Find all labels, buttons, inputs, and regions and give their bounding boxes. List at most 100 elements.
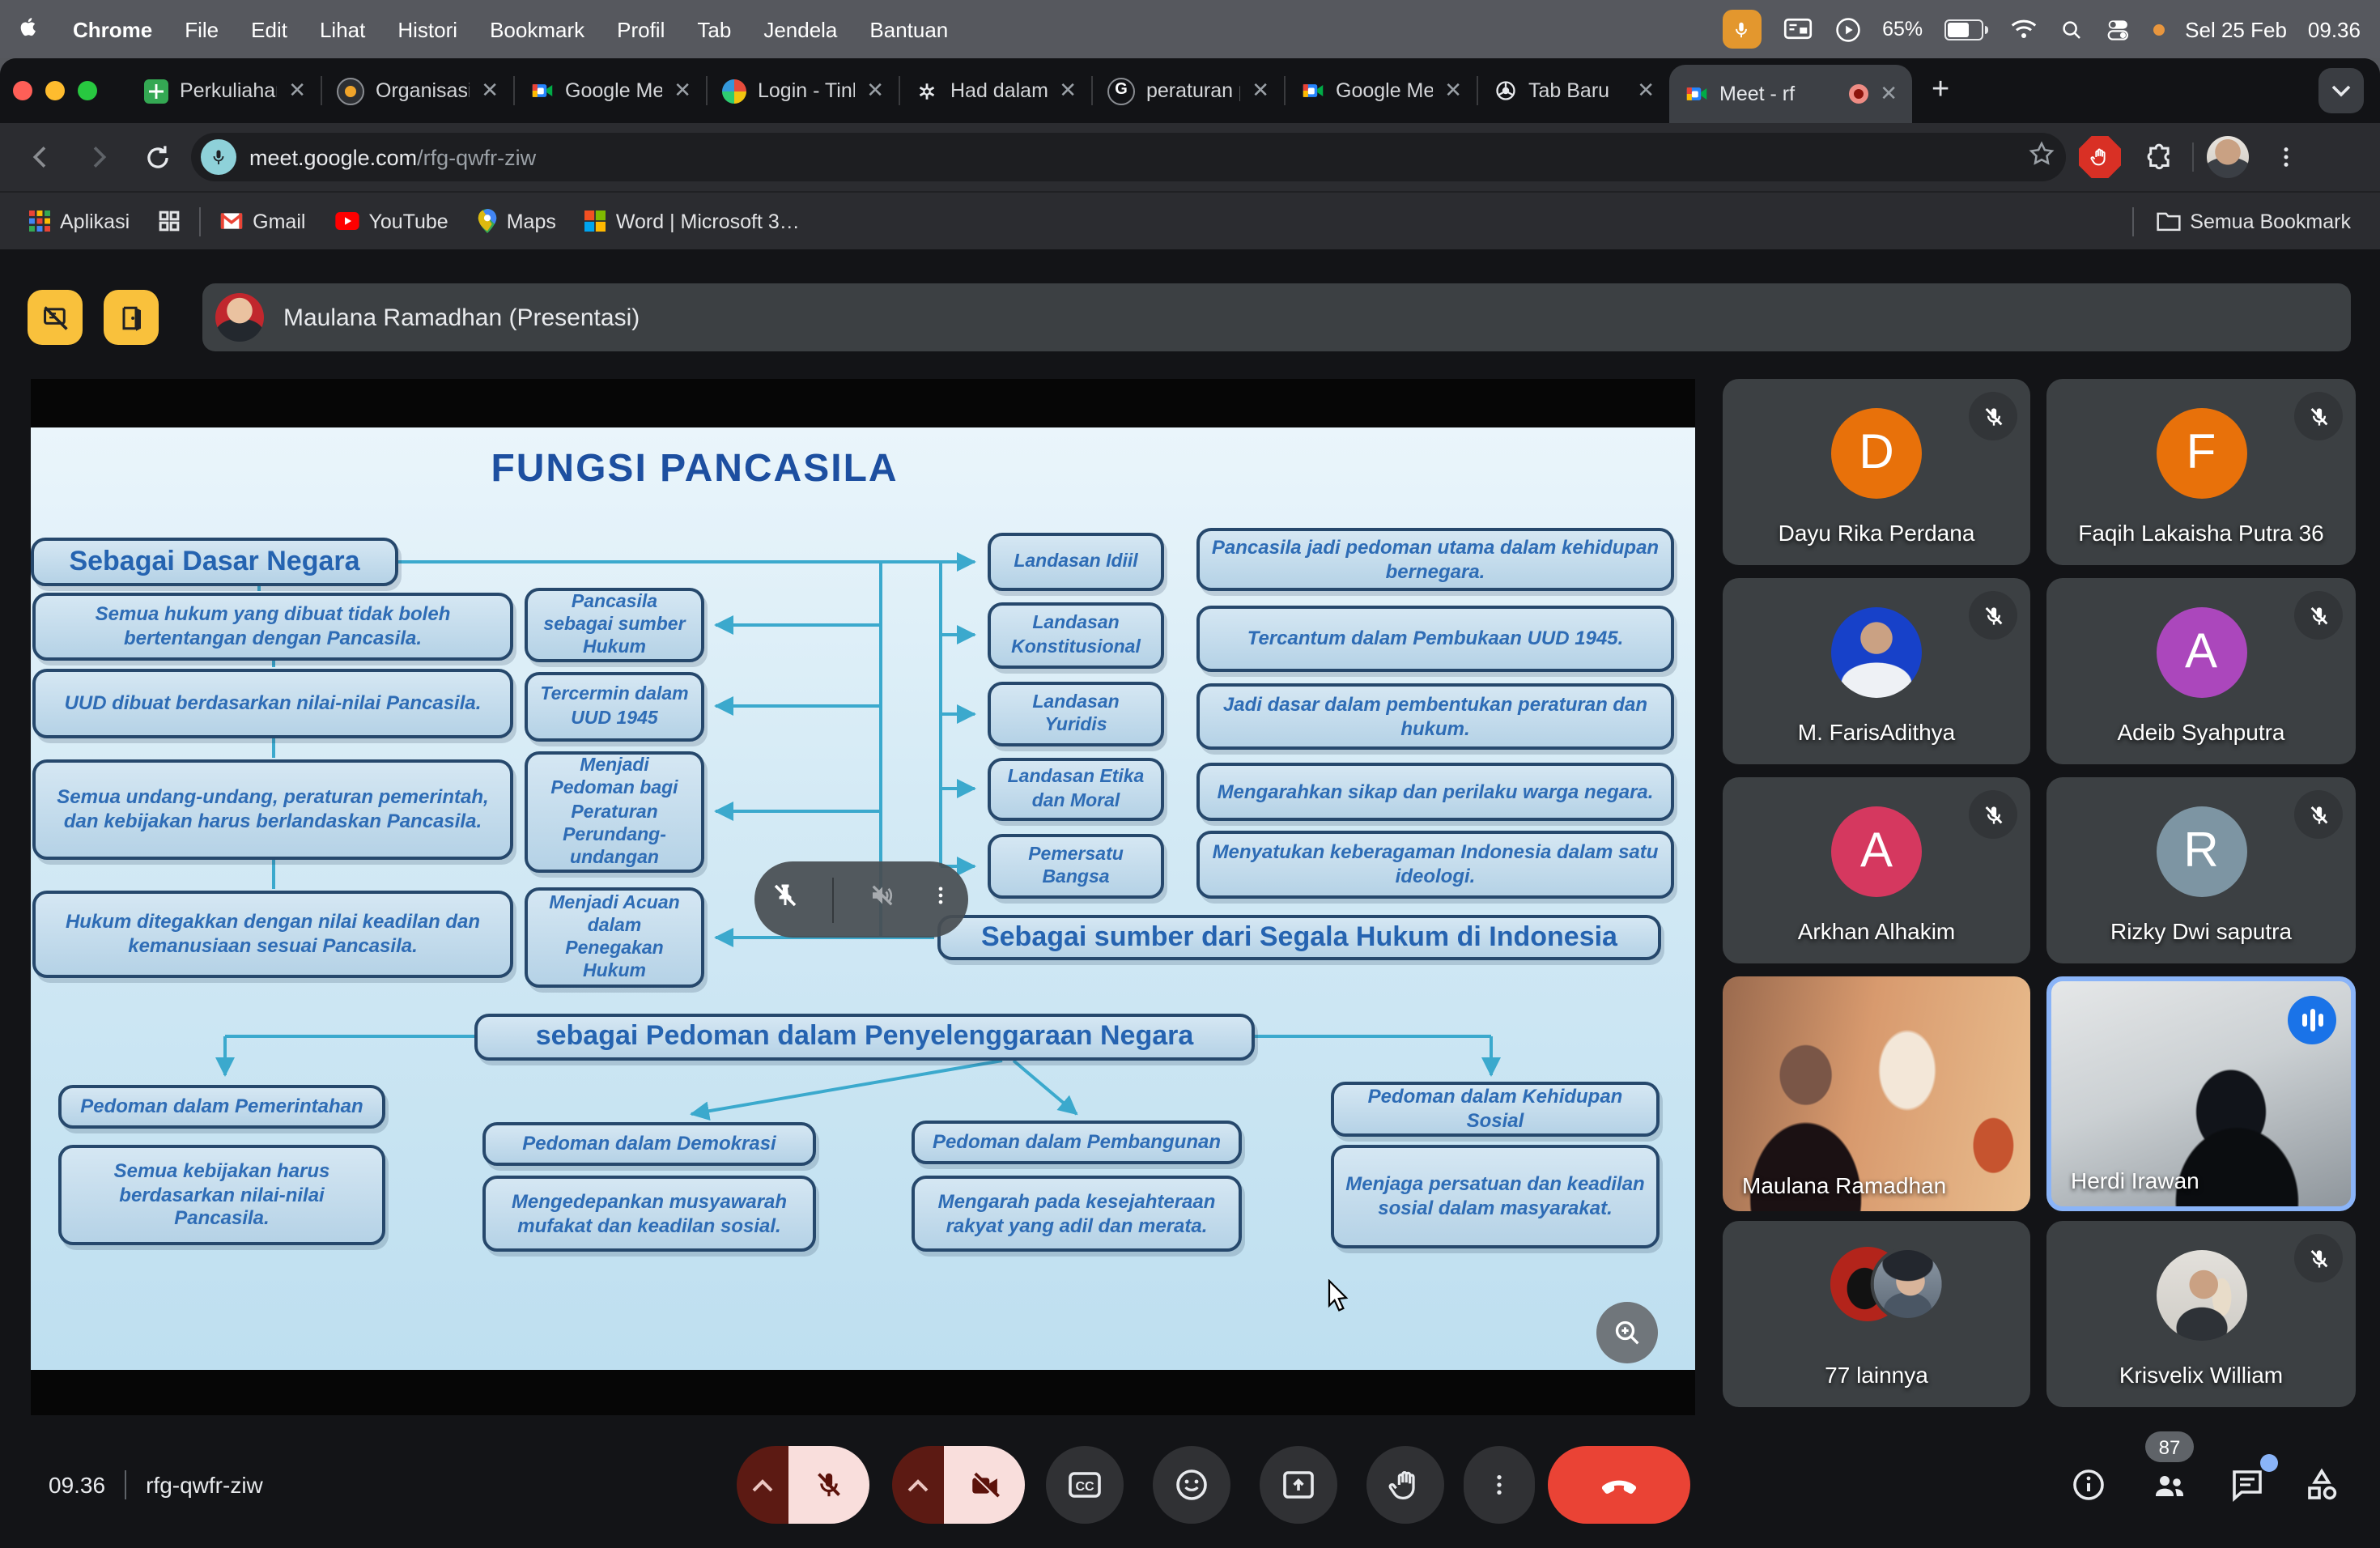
slide-box: Menjaga persatuan dan keadilan sosial da… (1331, 1145, 1660, 1248)
apps-grid-icon[interactable] (149, 211, 189, 232)
close-tab-icon[interactable]: ✕ (1880, 81, 1898, 107)
raise-hand-button[interactable] (1366, 1446, 1444, 1524)
back-icon[interactable] (16, 133, 65, 181)
menu-edit[interactable]: Edit (235, 17, 304, 41)
mic-off-icon[interactable] (788, 1446, 869, 1524)
presentation-off-button[interactable] (28, 290, 83, 345)
new-tab-button[interactable]: + (1912, 73, 1969, 108)
participant-tile[interactable]: Krisvelix William (2046, 1221, 2356, 1407)
menu-histori[interactable]: Histori (381, 17, 474, 41)
activities-button[interactable] (2302, 1465, 2341, 1504)
play-circle-icon[interactable] (1834, 15, 1861, 43)
tab-peraturan[interactable]: G peraturan pu✕ (1093, 58, 1284, 123)
reactions-button[interactable] (1153, 1446, 1230, 1524)
camera-control[interactable] (892, 1446, 1025, 1524)
minimize-window-button[interactable] (45, 81, 65, 100)
reload-icon[interactable] (133, 133, 181, 181)
leave-door-button[interactable] (104, 290, 159, 345)
overflow-participants-tile[interactable]: 77 lainnya (1723, 1221, 2030, 1407)
tab-login-tinkercad[interactable]: Login - Tink✕ (708, 58, 899, 123)
menu-bantuan[interactable]: Bantuan (853, 17, 964, 41)
menu-lihat[interactable]: Lihat (304, 17, 381, 41)
unpin-icon[interactable] (771, 881, 800, 918)
close-tab-icon[interactable]: ✕ (1059, 78, 1077, 104)
close-tab-icon[interactable]: ✕ (481, 78, 499, 104)
slide-box: Pancasila jadi pedoman utama dalam kehid… (1196, 528, 1674, 591)
extensions-puzzle-icon[interactable] (2134, 133, 2182, 181)
bookmark-word[interactable]: Word | Microsoft 3… (576, 210, 810, 232)
search-icon[interactable] (2059, 17, 2083, 41)
present-screen-button[interactable] (1260, 1446, 1337, 1524)
tab-meet-active[interactable]: Meet - rf ✕ (1669, 65, 1912, 123)
participant-tile[interactable]: D Dayu Rika Perdana (1723, 379, 2030, 565)
menubar-time[interactable]: 09.36 (2308, 17, 2361, 41)
zoom-window-button[interactable] (78, 81, 97, 100)
end-call-button[interactable] (1548, 1446, 1690, 1524)
tab-tab-baru[interactable]: Tab Baru✕ (1478, 58, 1669, 123)
participant-tile-video[interactable]: Maulana Ramadhan (1723, 976, 2030, 1211)
participant-tile-video-speaking[interactable]: Herdi Irawan (2046, 976, 2356, 1211)
close-tab-icon[interactable]: ✕ (1637, 78, 1655, 104)
menu-profil[interactable]: Profil (601, 17, 681, 41)
chatgpt-icon (915, 79, 939, 103)
tab-perkuliahan[interactable]: Perkuliahan2✕ (130, 58, 321, 123)
tab-had-dalam[interactable]: Had dalam k✕ (900, 58, 1091, 123)
close-tab-icon[interactable]: ✕ (866, 78, 884, 104)
bookmark-youtube[interactable]: YouTube (325, 210, 457, 232)
captions-button[interactable]: CC (1046, 1446, 1124, 1524)
menu-bookmark[interactable]: Bookmark (474, 17, 601, 41)
browser-menu-kebab-icon[interactable] (2262, 133, 2310, 181)
tab-google-meet-2[interactable]: Google Mee✕ (1286, 58, 1477, 123)
close-tab-icon[interactable]: ✕ (674, 78, 691, 104)
tab-organisasi[interactable]: OrganisasiD✕ (322, 58, 513, 123)
close-tab-icon[interactable]: ✕ (1444, 78, 1462, 104)
tile-more-options-icon[interactable] (929, 882, 952, 916)
url-text[interactable]: meet.google.com/rfg-qwfr-ziw (249, 145, 2014, 169)
tab-search-chevron-button[interactable] (2318, 68, 2364, 113)
forward-icon[interactable] (74, 133, 123, 181)
presenter-banner[interactable]: Maulana Ramadhan (Presentasi) (202, 283, 2351, 351)
participant-tile[interactable]: A Arkhan Alhakim (1723, 777, 2030, 963)
meeting-details-button[interactable] (2069, 1465, 2108, 1504)
participant-name: Dayu Rika Perdana (1723, 520, 2030, 546)
apple-menu-icon[interactable] (0, 13, 57, 45)
audio-muted-icon[interactable] (867, 881, 896, 918)
chat-button[interactable] (2228, 1465, 2267, 1504)
slide-box: Semua undang-undang, peraturan pemerinta… (32, 759, 513, 860)
all-bookmarks-button[interactable]: Semua Bookmark (2122, 206, 2361, 236)
camera-options-chevron-icon[interactable] (892, 1446, 944, 1524)
camera-off-icon[interactable] (944, 1446, 1025, 1524)
tab-google-meet-1[interactable]: Google Mee✕ (515, 58, 706, 123)
menu-tab[interactable]: Tab (681, 17, 747, 41)
menu-jendela[interactable]: Jendela (747, 17, 853, 41)
close-window-button[interactable] (13, 81, 32, 100)
mic-active-icon[interactable] (1722, 10, 1761, 49)
control-center-icon[interactable] (2104, 17, 2131, 41)
tab-mic-indicator-icon[interactable] (201, 139, 236, 175)
address-bar[interactable]: meet.google.com/rfg-qwfr-ziw (191, 133, 2066, 181)
menubar-app-name[interactable]: Chrome (57, 17, 168, 41)
mic-options-chevron-icon[interactable] (737, 1446, 788, 1524)
participant-tile[interactable]: A Adeib Syahputra (2046, 578, 2356, 764)
adblock-extension-icon[interactable] (2076, 133, 2124, 181)
more-options-button[interactable] (1464, 1446, 1535, 1524)
participant-tile[interactable]: M. FarisAdithya (1723, 578, 2030, 764)
bookmark-aplikasi[interactable]: Aplikasi (19, 210, 139, 232)
menu-file[interactable]: File (168, 17, 235, 41)
bookmark-star-icon[interactable] (2027, 138, 2056, 176)
bookmark-maps[interactable]: Maps (468, 209, 566, 233)
close-tab-icon[interactable]: ✕ (288, 78, 306, 104)
menubar-date[interactable]: Sel 25 Feb (2185, 17, 2287, 41)
wifi-icon[interactable] (2008, 18, 2038, 40)
mic-control[interactable] (737, 1446, 869, 1524)
profile-avatar[interactable] (2204, 133, 2252, 181)
participant-tile[interactable]: R Rizky Dwi saputra (2046, 777, 2356, 963)
zoom-slide-button[interactable] (1596, 1302, 1658, 1363)
participant-tile[interactable]: F Faqih Lakaisha Putra 36 (2046, 379, 2356, 565)
screen-mirroring-icon[interactable] (1782, 17, 1813, 41)
bookmark-gmail[interactable]: Gmail (210, 210, 315, 232)
people-button[interactable] (2150, 1465, 2189, 1504)
mic-muted-icon (2294, 591, 2343, 640)
participant-name: Herdi Irawan (2071, 1167, 2199, 1193)
close-tab-icon[interactable]: ✕ (1252, 78, 1269, 104)
